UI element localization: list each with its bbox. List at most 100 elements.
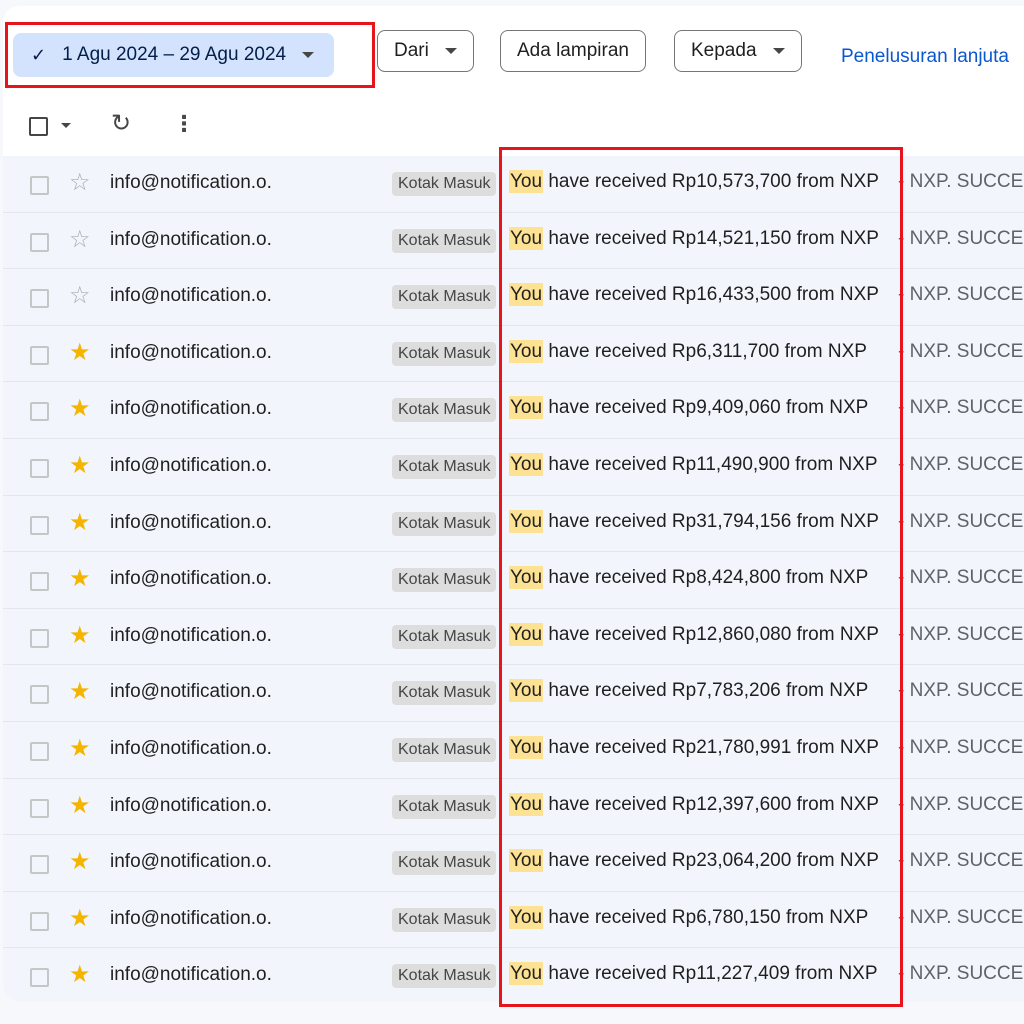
- row-checkbox[interactable]: [30, 289, 49, 309]
- row-checkbox[interactable]: [30, 458, 49, 478]
- row-subject-text: have received Rp6,311,700 from NXP: [543, 340, 867, 362]
- from-chip-label: Dari: [394, 40, 429, 61]
- select-all-checkbox[interactable]: [29, 117, 48, 136]
- row-subject: You have received Rp23,064,200 from NXP: [509, 849, 879, 873]
- mail-row[interactable]: ★ info@notification.o. Kotak Masuk You h…: [3, 835, 1024, 892]
- row-checkbox[interactable]: [30, 628, 49, 648]
- mail-row[interactable]: ★ info@notification.o. Kotak Masuk You h…: [3, 721, 1024, 779]
- row-subject-text: have received Rp14,521,150 from NXP: [543, 227, 879, 249]
- star-filled-icon[interactable]: ★: [69, 961, 91, 989]
- row-subject: You have received Rp8,424,800 from NXP: [509, 566, 868, 590]
- star-outline-icon[interactable]: ☆: [69, 226, 91, 254]
- row-checkbox[interactable]: [30, 345, 49, 365]
- row-checkbox[interactable]: [30, 685, 49, 705]
- search-match-highlight: You: [509, 962, 544, 986]
- date-range-label: 1 Agu 2024 – 29 Agu 2024: [62, 44, 287, 65]
- mail-row[interactable]: ☆ info@notification.o. Kotak Masuk You h…: [3, 269, 1024, 326]
- select-options-chevron-icon[interactable]: [61, 123, 71, 128]
- search-match-highlight: You: [509, 679, 544, 703]
- row-checkbox[interactable]: [30, 741, 49, 761]
- row-snippet: - NXP. SUCCESS: [895, 397, 1024, 420]
- row-sender: info@notification.o.: [110, 737, 272, 759]
- star-filled-icon[interactable]: ★: [69, 735, 91, 763]
- mail-row[interactable]: ★ info@notification.o. Kotak Masuk You h…: [3, 382, 1024, 439]
- row-sender: info@notification.o.: [110, 172, 272, 193]
- search-match-highlight: You: [509, 905, 544, 929]
- row-subject: You have received Rp12,397,600 from NXP: [509, 792, 879, 816]
- star-filled-icon[interactable]: ★: [69, 622, 91, 650]
- star-filled-icon[interactable]: ★: [69, 678, 91, 706]
- star-filled-icon[interactable]: ★: [69, 848, 91, 876]
- row-label-badge: Kotak Masuk: [392, 794, 497, 819]
- mail-row[interactable]: ★ info@notification.o. Kotak Masuk You h…: [3, 438, 1024, 496]
- mail-row[interactable]: ★ info@notification.o. Kotak Masuk You h…: [3, 891, 1024, 949]
- row-sender: info@notification.o.: [110, 907, 272, 929]
- star-filled-icon[interactable]: ★: [69, 565, 91, 593]
- row-checkbox[interactable]: [30, 798, 49, 818]
- row-subject: You have received Rp6,311,700 from NXP: [509, 339, 867, 363]
- star-filled-icon[interactable]: ★: [69, 339, 91, 367]
- mail-row[interactable]: ★ info@notification.o. Kotak Masuk You h…: [3, 948, 1024, 1002]
- star-outline-icon[interactable]: ☆: [69, 169, 91, 197]
- from-chip[interactable]: Dari: [377, 30, 474, 72]
- row-label-badge: Kotak Masuk: [392, 285, 497, 310]
- has-attachment-chip[interactable]: Ada lampiran: [500, 30, 646, 72]
- star-filled-icon[interactable]: ★: [69, 792, 91, 820]
- mail-row[interactable]: ★ info@notification.o. Kotak Masuk You h…: [3, 552, 1024, 609]
- row-checkbox[interactable]: [30, 402, 49, 422]
- star-filled-icon[interactable]: ★: [69, 452, 91, 480]
- row-subject-text: have received Rp23,064,200 from NXP: [543, 850, 879, 872]
- row-subject: You have received Rp12,860,080 from NXP: [509, 622, 879, 646]
- search-match-highlight: You: [509, 283, 544, 307]
- mail-row[interactable]: ☆ info@notification.o. Kotak Masuk You h…: [3, 156, 1024, 213]
- row-snippet: - NXP. SUCCESS: [895, 284, 1024, 307]
- row-snippet: - NXP. SUCCESS: [895, 793, 1024, 816]
- row-subject-text: have received Rp16,433,500 from NXP: [543, 284, 879, 306]
- mail-row[interactable]: ★ info@notification.o. Kotak Masuk You h…: [3, 665, 1024, 722]
- row-checkbox[interactable]: [30, 572, 49, 592]
- row-checkbox[interactable]: [30, 911, 49, 931]
- row-sender: info@notification.o.: [110, 228, 272, 250]
- row-snippet: - NXP. SUCCESS: [895, 567, 1024, 590]
- date-range-chip[interactable]: ✓ 1 Agu 2024 – 29 Agu 2024: [13, 33, 335, 77]
- mail-list: ☆ info@notification.o. Kotak Masuk You h…: [3, 156, 1024, 1002]
- row-checkbox[interactable]: [30, 515, 49, 535]
- mail-row[interactable]: ★ info@notification.o. Kotak Masuk You h…: [3, 778, 1024, 836]
- search-chip-bar: ✓ 1 Agu 2024 – 29 Agu 2024 Dari Ada lamp…: [3, 6, 1024, 98]
- to-chip[interactable]: Kepada: [674, 30, 802, 72]
- row-snippet: - NXP. SUCCESS: [895, 227, 1024, 250]
- row-label-badge: Kotak Masuk: [392, 454, 497, 479]
- row-checkbox[interactable]: [30, 968, 49, 988]
- row-snippet: - NXP. SUCCESS: [895, 340, 1024, 363]
- row-subject-text: have received Rp11,227,409 from NXP: [543, 963, 878, 985]
- search-match-highlight: You: [509, 339, 544, 363]
- more-vert-icon[interactable]: ⋮: [173, 110, 195, 138]
- check-icon: ✓: [31, 44, 47, 65]
- row-snippet: - NXP. SUCCESS: [895, 171, 1024, 193]
- refresh-icon[interactable]: ↻: [111, 110, 131, 138]
- row-sender: info@notification.o.: [110, 794, 272, 816]
- mail-row[interactable]: ★ info@notification.o. Kotak Masuk You h…: [3, 608, 1024, 666]
- chevron-down-icon: [772, 48, 785, 54]
- advanced-search-link[interactable]: Penelusuran lanjuta: [841, 46, 1009, 68]
- row-checkbox[interactable]: [30, 232, 49, 252]
- mail-row[interactable]: ☆ info@notification.o. Kotak Masuk You h…: [3, 212, 1024, 270]
- row-subject: You have received Rp6,780,150 from NXP: [509, 905, 868, 929]
- row-sender: info@notification.o.: [110, 511, 272, 533]
- row-snippet: - NXP. SUCCESS: [895, 906, 1024, 929]
- mail-row[interactable]: ★ info@notification.o. Kotak Masuk You h…: [3, 495, 1024, 553]
- chevron-down-icon: [302, 52, 315, 58]
- star-outline-icon[interactable]: ☆: [69, 282, 91, 310]
- mail-row[interactable]: ★ info@notification.o. Kotak Masuk You h…: [3, 325, 1024, 383]
- row-checkbox[interactable]: [30, 855, 49, 875]
- row-sender: info@notification.o.: [110, 964, 272, 986]
- star-filled-icon[interactable]: ★: [69, 905, 91, 933]
- row-label-badge: Kotak Masuk: [392, 851, 497, 876]
- star-filled-icon[interactable]: ★: [69, 395, 91, 423]
- row-checkbox[interactable]: [30, 176, 49, 195]
- row-subject-text: have received Rp21,780,991 from NXP: [543, 736, 879, 758]
- row-snippet: - NXP. SUCCESS: [895, 510, 1024, 533]
- star-filled-icon[interactable]: ★: [69, 509, 91, 537]
- row-sender: info@notification.o.: [110, 341, 272, 363]
- row-label-badge: Kotak Masuk: [392, 341, 497, 366]
